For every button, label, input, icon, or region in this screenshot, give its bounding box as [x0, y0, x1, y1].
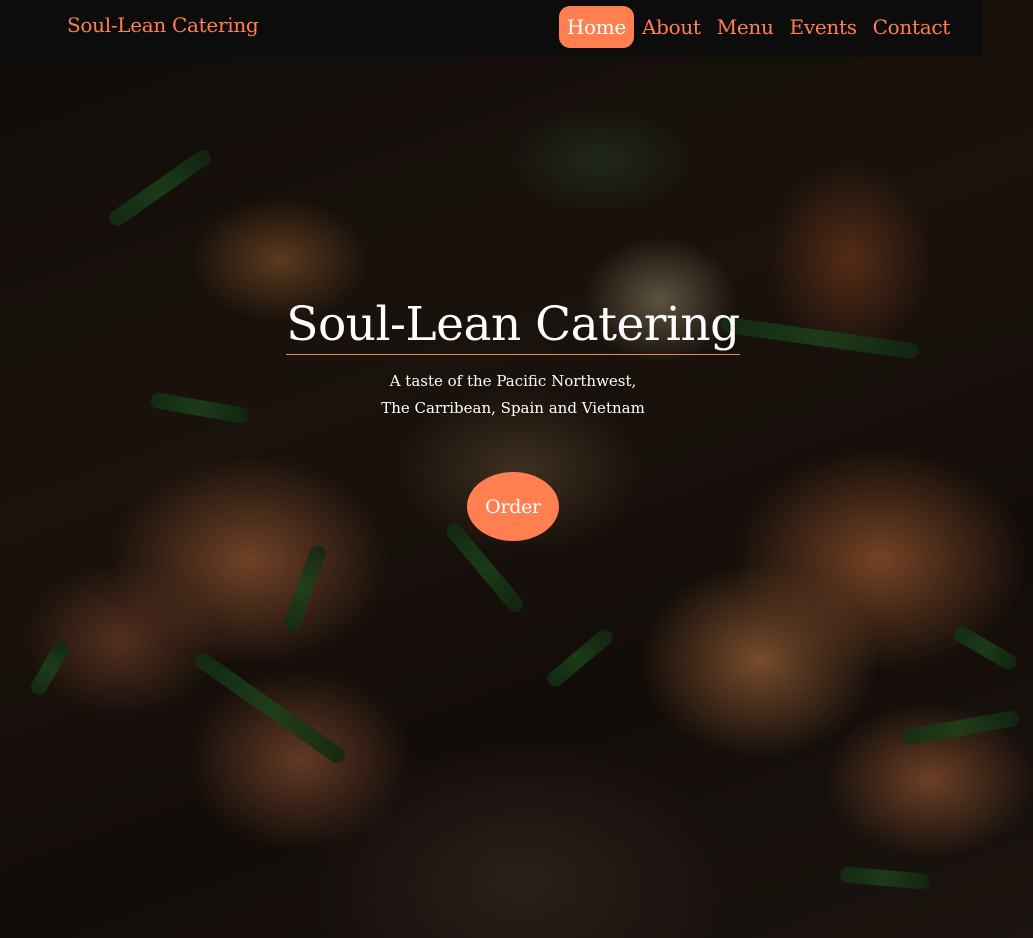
nav-item-menu[interactable]: Menu [709, 6, 782, 48]
page: Soul-Lean Catering Home About Menu Event… [0, 0, 1033, 938]
hero-tagline-line-1: A taste of the Pacific Northwest, [389, 372, 637, 390]
nav-item-events[interactable]: Events [782, 6, 865, 48]
brand-link[interactable]: Soul-Lean Catering [67, 13, 259, 37]
hero-overlay [0, 0, 1033, 938]
nav-item-home[interactable]: Home [558, 6, 634, 48]
hero-title: Soul-Lean Catering [0, 296, 1026, 355]
hero-tagline-line-2: The Carribean, Spain and Vietnam [381, 399, 645, 417]
nav-item-contact[interactable]: Contact [865, 6, 958, 48]
nav-menu: Home About Menu Events Contact [558, 6, 958, 48]
order-button[interactable]: Order [467, 472, 559, 541]
nav-item-about[interactable]: About [634, 6, 709, 48]
navbar: Soul-Lean Catering Home About Menu Event… [0, 0, 982, 57]
hero-title-text: Soul-Lean Catering [286, 296, 740, 355]
